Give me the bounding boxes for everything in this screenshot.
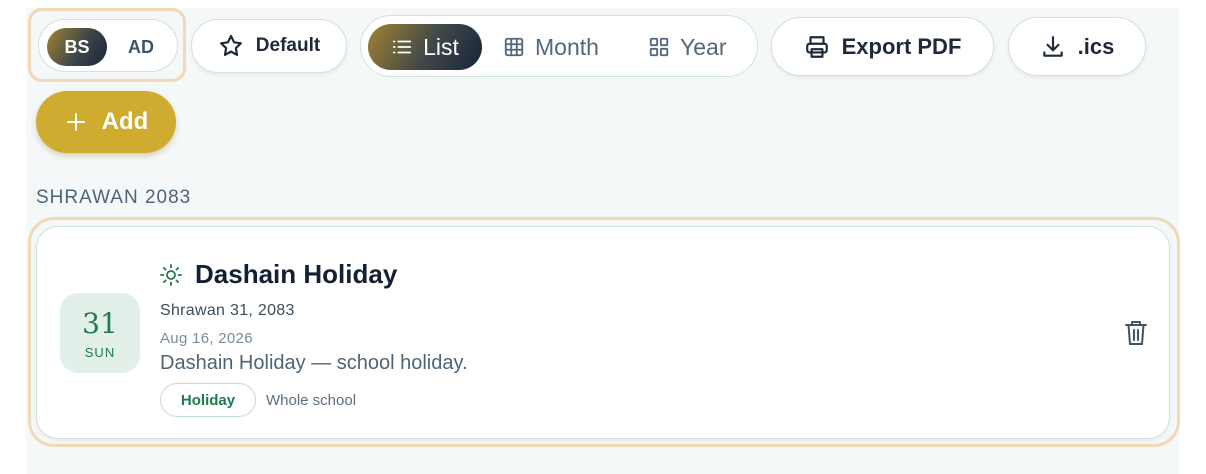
tab-list-label: List — [423, 33, 459, 60]
export-ics-label: .ics — [1077, 33, 1115, 59]
event-type-badge: Holiday — [160, 383, 256, 417]
printer-icon — [805, 35, 828, 58]
event-description: Dashain Holiday — school holiday. — [160, 352, 468, 374]
tab-year-label: Year — [680, 33, 727, 60]
calendar-system-toggle: BS AD — [28, 8, 186, 82]
view-switcher: List Month Year — [360, 15, 758, 77]
add-label: Add — [101, 108, 149, 135]
plus-icon — [66, 113, 85, 131]
tab-year[interactable]: Year — [648, 24, 726, 70]
event-title-row: Dashain Holiday — [159, 259, 397, 290]
add-event-button[interactable]: Add — [36, 91, 176, 153]
tab-month[interactable]: Month — [503, 24, 599, 70]
event-title: Dashain Holiday — [195, 259, 398, 289]
default-button[interactable]: Default — [191, 19, 347, 73]
ad-option[interactable]: AD — [117, 28, 165, 66]
squares-icon — [649, 37, 669, 57]
sun-icon — [160, 263, 182, 286]
default-label: Default — [255, 35, 321, 56]
event-date-bs: Shrawan 31, 2083 — [160, 302, 295, 319]
export-pdf-button[interactable]: Export PDF — [771, 17, 994, 76]
tab-list[interactable]: List — [368, 24, 482, 70]
event-date-ad: Aug 16, 2026 — [160, 330, 253, 347]
star-icon — [219, 34, 242, 56]
tab-month-label: Month — [535, 33, 599, 60]
export-pdf-label: Export PDF — [841, 33, 962, 59]
event-card[interactable]: 31 SUN Dashain Holiday Shrawan 31, 2083 … — [36, 226, 1170, 439]
event-day: 31 — [82, 307, 118, 340]
grid-icon — [504, 37, 524, 57]
export-ics-button[interactable]: .ics — [1008, 17, 1146, 76]
month-heading: SHRAWAN 2083 — [36, 187, 192, 208]
event-weekday: SUN — [84, 345, 116, 360]
bs-option[interactable]: BS — [47, 28, 107, 66]
trash-icon[interactable] — [1124, 319, 1148, 347]
event-date-badge: 31 SUN — [60, 293, 140, 373]
list-icon — [392, 40, 412, 54]
event-audience: Whole school — [266, 392, 357, 409]
calendar-system-pill: BS AD — [38, 19, 178, 72]
download-icon — [1042, 35, 1063, 57]
